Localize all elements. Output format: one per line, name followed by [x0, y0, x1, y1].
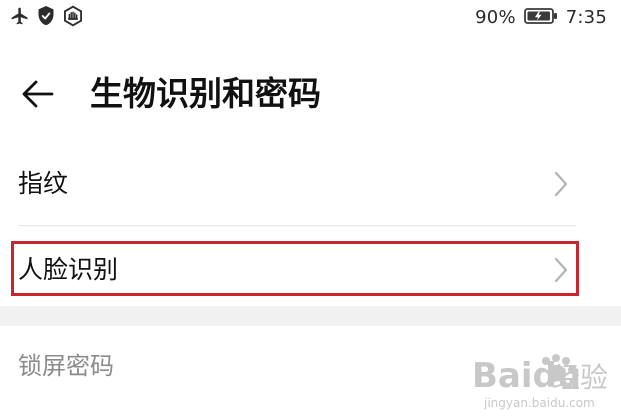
lock-screen-password-label: 锁屏密码 [18, 352, 114, 380]
status-bar: 90% 7:35 [0, 0, 621, 36]
section-separator [0, 306, 621, 326]
chevron-right-icon [554, 257, 568, 283]
face-recognition-label: 人脸识别 [18, 255, 119, 284]
clock: 7:35 [565, 7, 607, 28]
status-icons-right: 90% 7:35 [475, 6, 607, 30]
row-divider [18, 225, 576, 226]
shield-check-icon [36, 5, 56, 31]
fingerprint-row[interactable]: 指纹 [0, 145, 621, 223]
airplane-icon [10, 6, 30, 30]
face-recognition-row[interactable]: 人脸识别 [0, 231, 621, 309]
hand-badge-icon [62, 5, 84, 31]
status-icons-left [10, 5, 84, 31]
back-button[interactable] [18, 74, 58, 114]
chevron-right-icon [554, 171, 568, 197]
battery-icon [523, 7, 558, 29]
fingerprint-label: 指纹 [18, 169, 69, 198]
back-arrow-icon [22, 80, 54, 108]
watermark-url: jingyan.baidu.com [483, 396, 595, 410]
watermark: Baidu 经验 jingyan.baidu.com [468, 343, 613, 413]
battery-percentage: 90% [475, 7, 516, 28]
page-title: 生物识别和密码 [90, 74, 321, 113]
